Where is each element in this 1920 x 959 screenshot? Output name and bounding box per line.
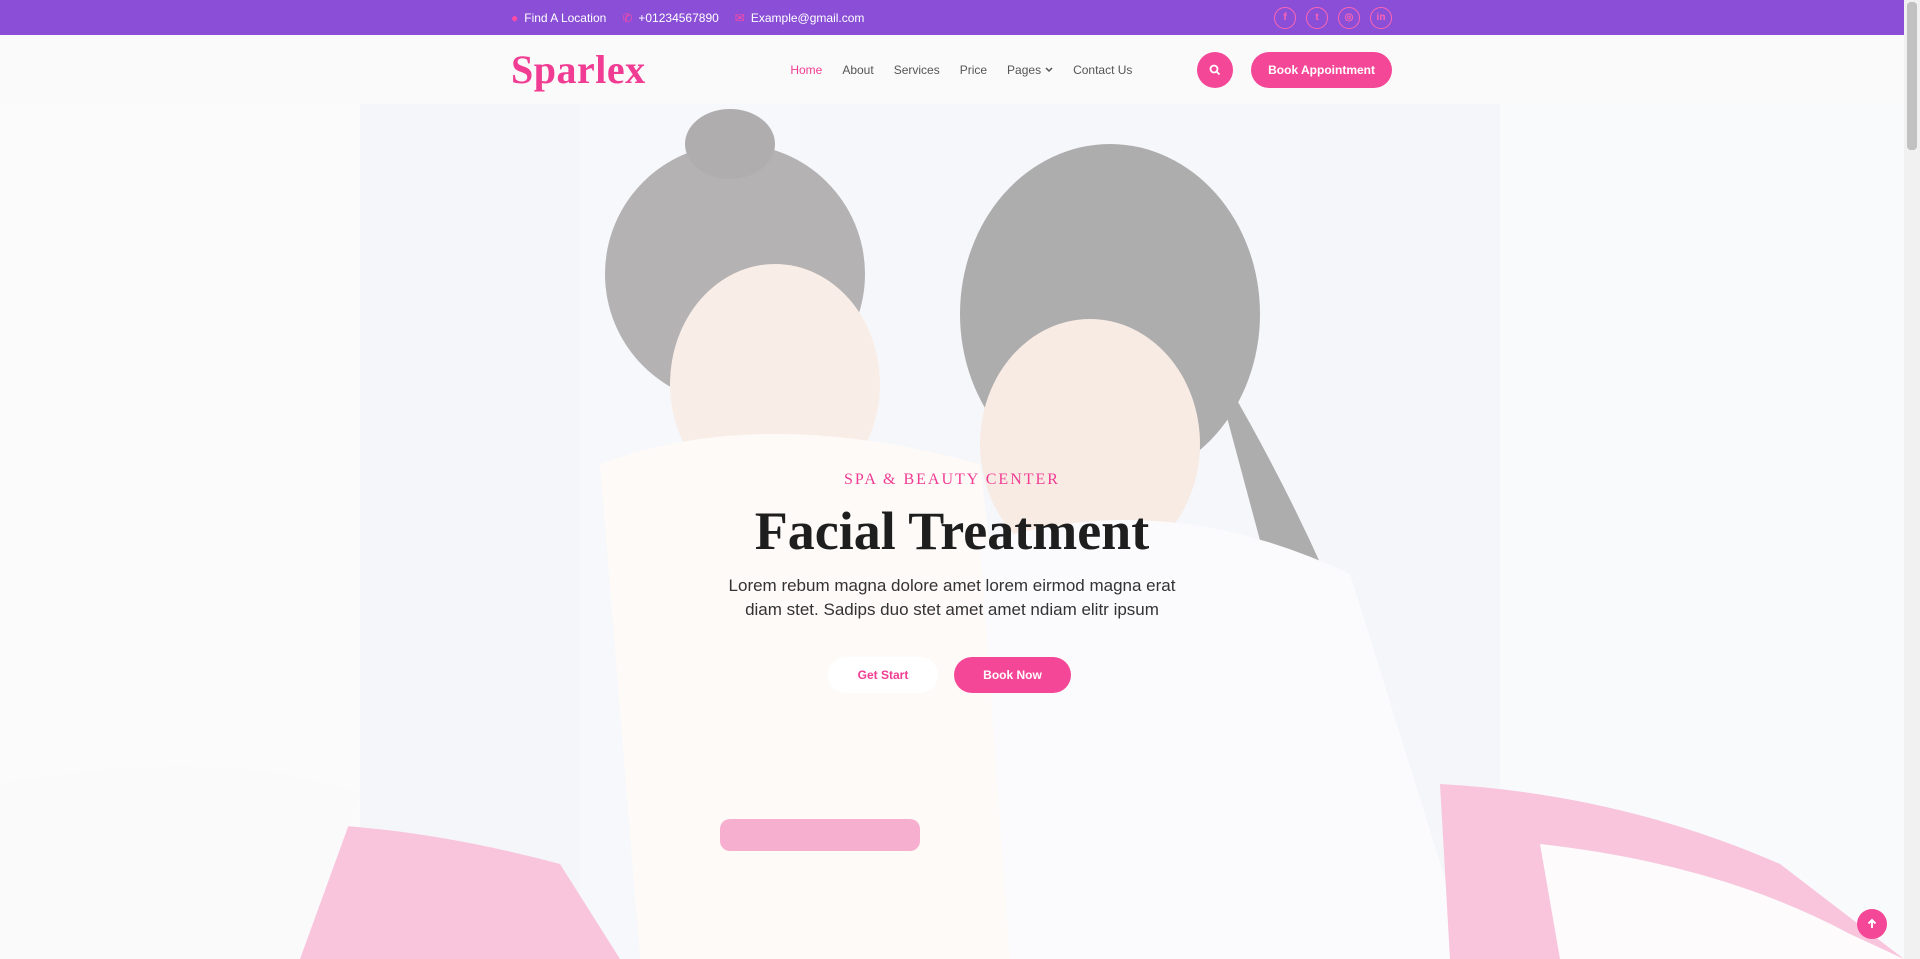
email-link[interactable]: ✉ Example@gmail.com <box>735 11 865 25</box>
location-link[interactable]: ● Find A Location <box>511 11 606 25</box>
contact-info: ● Find A Location ✆ +01234567890 ✉ Examp… <box>511 11 864 25</box>
scrollbar-thumb[interactable] <box>1907 2 1917 150</box>
top-bar: ● Find A Location ✆ +01234567890 ✉ Examp… <box>0 0 1904 35</box>
navbar-inner: Sparlex Home About Services Price Pages … <box>511 35 1392 104</box>
menu-item-about[interactable]: About <box>842 63 873 77</box>
hero-subtitle-line-2: diam stet. Sadips duo stet amet amet ndi… <box>745 600 1159 619</box>
search-icon <box>1209 64 1221 75</box>
phone-icon: ✆ <box>622 10 633 25</box>
get-start-button[interactable]: Get Start <box>828 657 938 693</box>
phone-link[interactable]: ✆ +01234567890 <box>622 11 718 25</box>
menu-item-home[interactable]: Home <box>790 63 822 77</box>
menu-item-contact[interactable]: Contact Us <box>1073 63 1132 77</box>
search-button[interactable] <box>1197 51 1234 88</box>
map-marker-icon: ● <box>511 10 519 25</box>
top-bar-inner: ● Find A Location ✆ +01234567890 ✉ Examp… <box>511 0 1392 35</box>
phone-label: +01234567890 <box>638 10 719 25</box>
menu-item-pages-label: Pages <box>1007 62 1042 77</box>
facebook-icon[interactable]: f <box>1274 6 1296 29</box>
back-to-top-button[interactable] <box>1857 909 1887 939</box>
menu-item-price[interactable]: Price <box>960 63 987 77</box>
twitter-icon[interactable]: t <box>1306 6 1328 29</box>
hero-title: Facial Treatment <box>754 501 1150 561</box>
menu-item-services[interactable]: Services <box>894 63 940 77</box>
book-now-button[interactable]: Book Now <box>954 657 1071 693</box>
book-appointment-button[interactable]: Book Appointment <box>1251 51 1392 88</box>
hero-subtitle: Lorem rebum magna dolore amet lorem eirm… <box>0 574 1904 622</box>
instagram-icon[interactable]: ◎ <box>1338 6 1360 29</box>
site-logo[interactable]: Sparlex <box>511 46 646 93</box>
email-label: Example@gmail.com <box>750 10 865 25</box>
page-scrollbar[interactable] <box>1904 0 1920 959</box>
nav-actions: Book Appointment <box>1197 51 1392 88</box>
main-menu: Home About Services Price Pages Contact … <box>790 63 1132 77</box>
location-label: Find A Location <box>524 10 607 25</box>
social-links: f t ◎ in <box>1274 6 1392 29</box>
hero-buttons: Get Start Book Now <box>0 657 1904 693</box>
menu-item-pages[interactable]: Pages <box>1007 63 1053 77</box>
hero-section: SPA & BEAUTY CENTER Facial Treatment Lor… <box>0 104 1904 959</box>
envelope-icon: ✉ <box>734 10 745 25</box>
arrow-up-icon <box>1867 918 1877 928</box>
chevron-down-icon <box>1045 66 1053 72</box>
linkedin-icon[interactable]: in <box>1370 6 1392 29</box>
hero-content: SPA & BEAUTY CENTER Facial Treatment Lor… <box>0 104 1904 959</box>
hero-kicker: SPA & BEAUTY CENTER <box>844 471 1060 488</box>
main-navbar: Sparlex Home About Services Price Pages … <box>0 35 1904 104</box>
hero-subtitle-line-1: Lorem rebum magna dolore amet lorem eirm… <box>728 576 1176 595</box>
